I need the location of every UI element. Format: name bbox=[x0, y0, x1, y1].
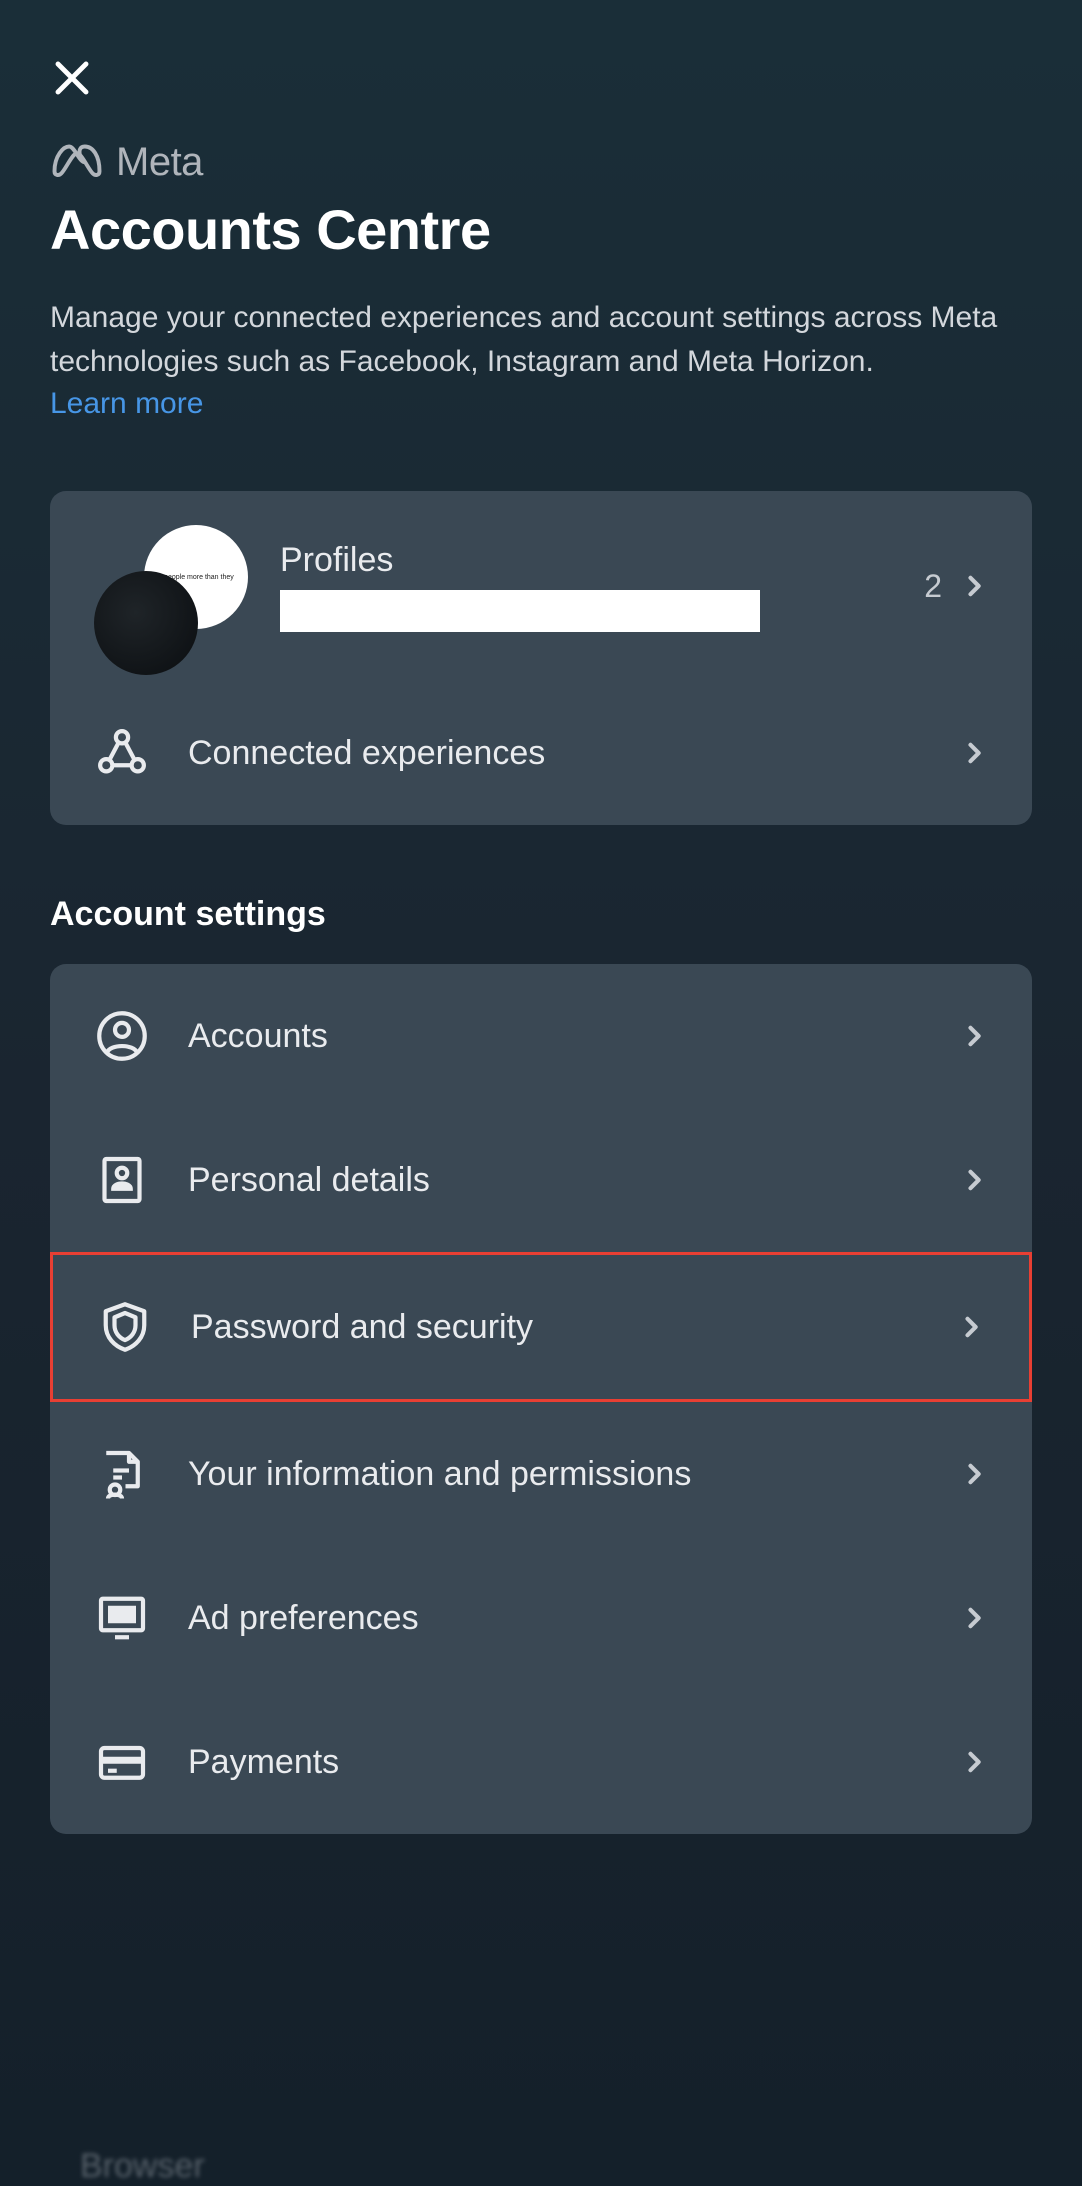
background-peek-text: Browser bbox=[80, 2147, 205, 2186]
ad-preferences-icon bbox=[94, 1590, 150, 1646]
profiles-text: Profiles bbox=[280, 541, 924, 632]
avatar-primary bbox=[94, 571, 198, 675]
payments-label: Payments bbox=[188, 1743, 960, 1782]
close-icon bbox=[51, 57, 93, 104]
profiles-count: 2 bbox=[924, 568, 942, 605]
account-settings-card: Accounts Personal details bbox=[50, 964, 1032, 1834]
ad-preferences-label: Ad preferences bbox=[188, 1599, 960, 1638]
connected-experiences-label: Connected experiences bbox=[188, 734, 960, 773]
personal-details-label: Personal details bbox=[188, 1161, 960, 1200]
chevron-right-icon bbox=[960, 572, 988, 600]
close-button[interactable] bbox=[42, 50, 102, 110]
payments-icon bbox=[94, 1734, 150, 1790]
personal-details-icon bbox=[94, 1152, 150, 1208]
accounts-row[interactable]: Accounts bbox=[50, 964, 1032, 1108]
brand-row: Meta bbox=[50, 140, 1032, 185]
ad-preferences-row[interactable]: Ad preferences bbox=[50, 1546, 1032, 1690]
page-description: Manage your connected experiences and ac… bbox=[50, 296, 1032, 383]
chevron-right-icon bbox=[960, 1604, 988, 1632]
profiles-card: a people more than they Profiles 2 bbox=[50, 491, 1032, 825]
chevron-right-icon bbox=[960, 1748, 988, 1776]
accounts-label: Accounts bbox=[188, 1017, 960, 1056]
info-permissions-icon bbox=[94, 1446, 150, 1502]
meta-logo-icon bbox=[50, 142, 104, 183]
chevron-right-icon bbox=[960, 1460, 988, 1488]
chevron-right-icon bbox=[960, 1166, 988, 1194]
learn-more-link[interactable]: Learn more bbox=[50, 387, 203, 421]
chevron-right-icon bbox=[960, 1022, 988, 1050]
connected-experiences-row[interactable]: Connected experiences bbox=[50, 681, 1032, 825]
profiles-row[interactable]: a people more than they Profiles 2 bbox=[50, 491, 1032, 681]
info-permissions-label: Your information and permissions bbox=[188, 1455, 960, 1494]
password-security-row[interactable]: Password and security bbox=[50, 1252, 1032, 1402]
connected-experiences-icon bbox=[94, 725, 150, 781]
accounts-centre-modal: Meta Accounts Centre Manage your connect… bbox=[10, 10, 1072, 2176]
payments-row[interactable]: Payments bbox=[50, 1690, 1032, 1834]
page-title: Accounts Centre bbox=[50, 197, 1032, 262]
account-settings-heading: Account settings bbox=[50, 895, 1032, 934]
profile-avatars: a people more than they bbox=[94, 531, 254, 641]
profiles-name-redacted bbox=[280, 590, 760, 632]
chevron-right-icon bbox=[960, 739, 988, 767]
accounts-icon bbox=[94, 1008, 150, 1064]
info-permissions-row[interactable]: Your information and permissions bbox=[50, 1402, 1032, 1546]
personal-details-row[interactable]: Personal details bbox=[50, 1108, 1032, 1252]
chevron-right-icon bbox=[957, 1313, 985, 1341]
brand-name: Meta bbox=[116, 140, 203, 185]
profiles-label: Profiles bbox=[280, 541, 924, 580]
shield-icon bbox=[97, 1299, 153, 1355]
password-security-label: Password and security bbox=[191, 1308, 957, 1347]
